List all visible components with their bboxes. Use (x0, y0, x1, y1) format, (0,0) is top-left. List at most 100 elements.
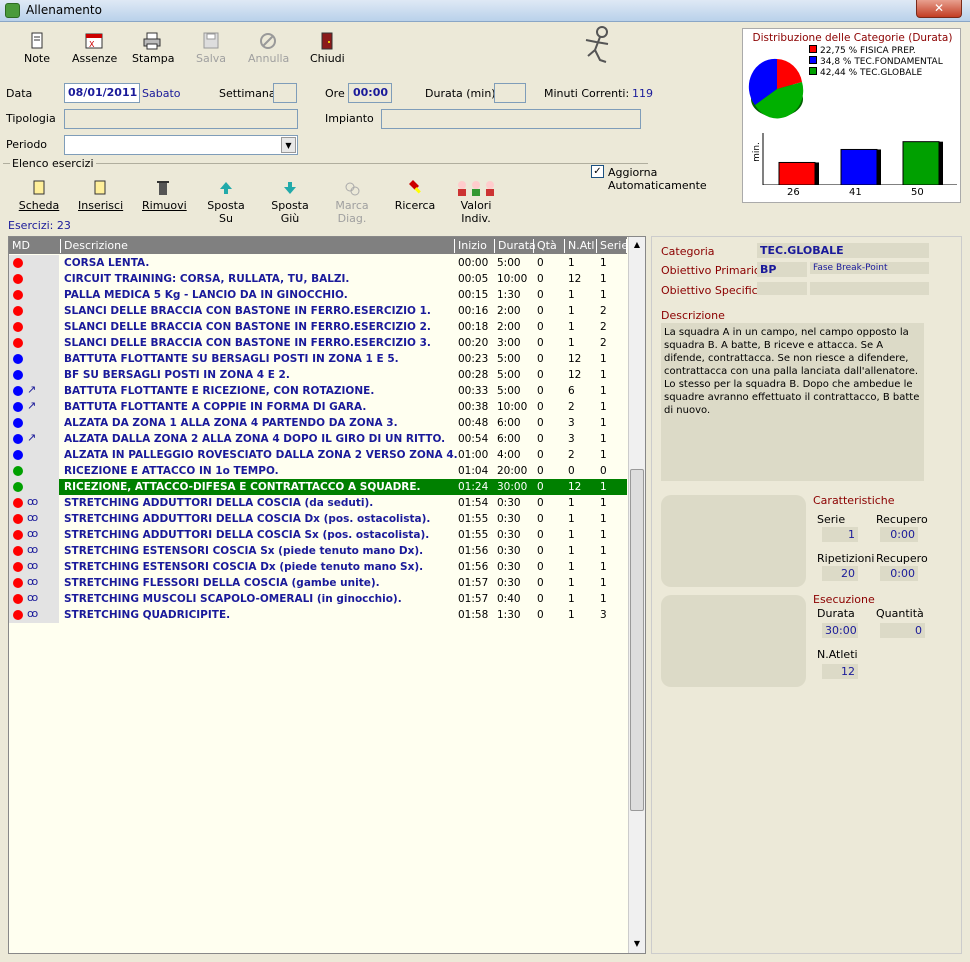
table-row[interactable]: ALZATA IN PALLEGGIO ROVESCIATO DALLA ZON… (9, 447, 627, 463)
durata-field[interactable] (494, 83, 526, 103)
row-durata: 2:00 (497, 321, 521, 333)
table-row[interactable]: ꝏ STRETCHING ADDUTTORI DELLA COSCIA Sx (p… (9, 527, 627, 543)
table-row[interactable]: ꝏ STRETCHING ESTENSORI COSCIA Sx (piede t… (9, 543, 627, 559)
chevron-down-icon[interactable]: ▼ (281, 137, 296, 153)
row-serie: 1 (600, 513, 607, 525)
category-chart: Distribuzione delle Categorie (Durata) 2… (742, 28, 961, 203)
category-dot (13, 450, 23, 460)
row-icon: ꝏ (27, 591, 39, 604)
table-row[interactable]: CORSA LENTA. 00:00 5:00 0 1 1 (9, 255, 627, 271)
scroll-thumb[interactable] (630, 469, 644, 811)
table-row[interactable]: CIRCUIT TRAINING: CORSA, RULLATA, TU, BA… (9, 271, 627, 287)
legend-swatch (809, 45, 817, 53)
row-serie: 1 (600, 401, 607, 413)
row-inizio: 00:38 (458, 401, 489, 413)
people-icon (458, 181, 494, 196)
sposta-su-button[interactable]: Sposta Su (200, 179, 252, 225)
row-description: STRETCHING ADDUTTORI DELLA COSCIA Sx (po… (64, 529, 430, 541)
table-row[interactable]: BATTUTA FLOTTANTE SU BERSAGLI POSTI IN Z… (9, 351, 627, 367)
table-row[interactable]: ꝏ STRETCHING FLESSORI DELLA COSCIA (gambe… (9, 575, 627, 591)
table-row[interactable]: ꝏ STRETCHING MUSCOLI SCAPOLO-OMERALI (in … (9, 591, 627, 607)
table-row[interactable]: ↗ BATTUTA FLOTTANTE E RICEZIONE, CON ROTA… (9, 383, 627, 399)
tipologia-field[interactable] (64, 109, 298, 129)
data-field[interactable]: 08/01/2011 (64, 83, 140, 103)
scroll-down-icon[interactable]: ▼ (629, 936, 645, 952)
row-qta: 0 (537, 273, 544, 285)
stampa-label: Stampa (132, 52, 175, 65)
row-natl: 3 (568, 417, 575, 429)
table-row[interactable]: ALZATA DA ZONA 1 ALLA ZONA 4 PARTENDO DA… (9, 415, 627, 431)
table-row[interactable]: SLANCI DELLE BRACCIA CON BASTONE IN FERR… (9, 303, 627, 319)
row-icon: ꝏ (27, 607, 39, 620)
inserisci-button[interactable]: Inserisci (78, 179, 123, 212)
impianto-field[interactable] (381, 109, 641, 129)
col-md[interactable]: MD (9, 239, 61, 253)
marca-diag-button[interactable]: Marca Diag. (321, 179, 383, 225)
col-natl[interactable]: N.Atl (565, 239, 597, 253)
row-inizio: 00:28 (458, 369, 489, 381)
row-inizio: 00:23 (458, 353, 489, 365)
row-natl: 0 (568, 465, 575, 477)
checkbox[interactable]: ✓ (591, 165, 604, 178)
col-durata[interactable]: Durata (495, 239, 536, 253)
periodo-select[interactable]: ▼ (64, 135, 298, 155)
table-row[interactable]: SLANCI DELLE BRACCIA CON BASTONE IN FERR… (9, 319, 627, 335)
table-row[interactable]: RICEZIONE, ATTACCO-DIFESA E CONTRATTACCO… (9, 479, 627, 495)
rimuovi-button[interactable]: Rimuovi (142, 179, 187, 212)
legend-text: 22,75 % FISICA PREP. (820, 46, 916, 56)
close-button[interactable]: ✕ (916, 0, 962, 18)
row-description: CIRCUIT TRAINING: CORSA, RULLATA, TU, BA… (64, 273, 350, 285)
col-serie[interactable]: Serie (597, 239, 628, 253)
annulla-button[interactable]: Annulla (248, 32, 290, 65)
row-icon: ꝏ (27, 543, 39, 556)
chiudi-label: Chiudi (310, 52, 345, 65)
arrow-up-icon (220, 182, 232, 194)
table-row[interactable]: BF SU BERSAGLI POSTI IN ZONA 4 E 2. 00:28… (9, 367, 627, 383)
table-row[interactable]: ꝏ STRETCHING ADDUTTORI DELLA COSCIA Dx (p… (9, 511, 627, 527)
app-icon (5, 3, 20, 18)
table-row[interactable]: ↗ ALZATA DALLA ZONA 2 ALLA ZONA 4 DOPO IL… (9, 431, 627, 447)
calendar-icon: X (85, 33, 103, 49)
minuti-label: Minuti Correnti: (544, 87, 630, 100)
scheda-button[interactable]: Scheda (18, 179, 60, 212)
table-row[interactable]: ꝏ STRETCHING ADDUTTORI DELLA COSCIA (da s… (9, 495, 627, 511)
row-inizio: 00:00 (458, 257, 489, 269)
ricerca-button[interactable]: Ricerca (394, 179, 436, 212)
settimana-field[interactable] (273, 83, 297, 103)
col-inizio[interactable]: Inizio (455, 239, 495, 253)
table-row[interactable]: SLANCI DELLE BRACCIA CON BASTONE IN FERR… (9, 335, 627, 351)
table-row[interactable]: ꝏ STRETCHING QUADRICIPITE. 01:58 1:30 0 1 3 (9, 607, 627, 623)
row-natl: 1 (568, 289, 575, 301)
sposta-giu-label: Sposta Giù (271, 199, 309, 225)
valori-indiv-button[interactable]: Valori Indiv. (446, 179, 506, 225)
row-description: STRETCHING ADDUTTORI DELLA COSCIA Dx (po… (64, 513, 431, 525)
note-button[interactable]: Note (22, 32, 52, 65)
category-dot (13, 418, 23, 428)
vertical-scrollbar[interactable]: ▲ ▼ (628, 237, 645, 953)
legend-text: 42,44 % TEC.GLOBALE (820, 68, 923, 78)
sposta-giu-button[interactable]: Sposta Giù (262, 179, 318, 225)
salva-button[interactable]: Salva (193, 32, 229, 65)
chiudi-button[interactable]: Chiudi (310, 32, 345, 65)
row-inizio: 00:20 (458, 337, 489, 349)
auto-update-checkbox[interactable]: ✓ Aggiorna Automaticamente (588, 162, 740, 192)
table-row[interactable]: ↗ BATTUTA FLOTTANTE A COPPIE IN FORMA DI … (9, 399, 627, 415)
row-durata: 0:30 (497, 545, 521, 557)
row-serie: 2 (600, 321, 607, 333)
mark-icon (345, 182, 360, 196)
assenze-button[interactable]: X Assenze (72, 32, 117, 65)
ore-field[interactable]: 00:00 (348, 83, 392, 103)
stampa-button[interactable]: Stampa (132, 32, 175, 65)
table-row[interactable]: PALLA MEDICA 5 Kg - LANCIO DA IN GINOCCH… (9, 287, 627, 303)
col-descrizione[interactable]: Descrizione (61, 239, 455, 253)
ore-label: Ore (325, 87, 345, 100)
row-natl: 6 (568, 385, 575, 397)
table-row[interactable]: ꝏ STRETCHING ESTENSORI COSCIA Dx (piede t… (9, 559, 627, 575)
annulla-label: Annulla (248, 52, 290, 65)
table-row[interactable]: RICEZIONE E ATTACCO IN 1o TEMPO. 01:04 20:… (9, 463, 627, 479)
scroll-up-icon[interactable]: ▲ (629, 237, 645, 253)
row-serie: 1 (600, 289, 607, 301)
col-qta[interactable]: Qtà (534, 239, 565, 253)
category-dot (13, 354, 23, 364)
bar-1 (840, 148, 878, 185)
